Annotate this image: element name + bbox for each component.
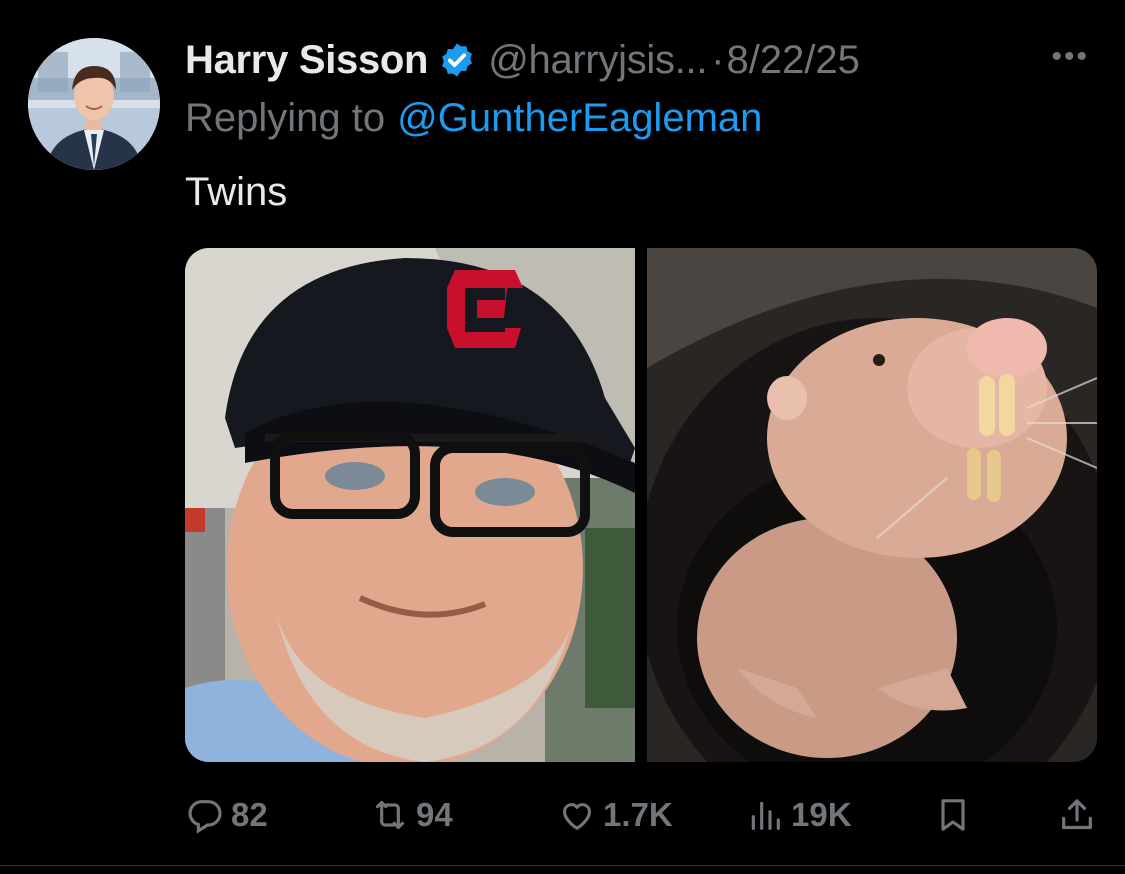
- reply-count: 82: [231, 796, 268, 833]
- views-icon: [751, 801, 780, 830]
- tweet-date[interactable]: 8/22/25: [726, 38, 859, 83]
- author-name[interactable]: Harry Sisson: [185, 38, 428, 83]
- avatar[interactable]: [28, 38, 160, 170]
- bookmark-button[interactable]: [933, 790, 979, 840]
- media-photo-right[interactable]: [647, 248, 1097, 762]
- retweet-count: 94: [416, 796, 453, 833]
- replying-to: Replying to @GuntherEagleman: [185, 92, 762, 144]
- reply-button[interactable]: 82: [185, 790, 268, 840]
- share-button[interactable]: [1057, 790, 1103, 840]
- like-count: 1.7K: [603, 796, 673, 833]
- bookmark-icon: [941, 799, 965, 831]
- separator-dot: ·: [711, 37, 725, 82]
- man-selfie-image: [185, 248, 635, 762]
- views-count: 19K: [791, 796, 852, 833]
- share-icon: [1062, 799, 1092, 830]
- tweet-header: Harry Sisson @harryjsis... · 8/22/25 •••: [185, 32, 1095, 88]
- tweet-text: Twins: [185, 170, 288, 214]
- tweet-actions: 82 94 1.7K 19K: [185, 790, 1097, 840]
- retweet-icon: [375, 800, 405, 830]
- reply-icon: [188, 800, 222, 834]
- views-button[interactable]: 19K: [745, 790, 852, 840]
- like-icon: [562, 803, 592, 830]
- like-button[interactable]: 1.7K: [557, 790, 673, 840]
- avatar-image: [28, 38, 160, 170]
- divider: [0, 865, 1125, 866]
- retweet-button[interactable]: 94: [370, 790, 453, 840]
- mole-rat-image: [647, 248, 1097, 762]
- media-photo-left[interactable]: [185, 248, 635, 762]
- verified-icon: [442, 43, 473, 77]
- author-handle[interactable]: @harryjsis...: [488, 38, 707, 83]
- tweet-media[interactable]: [185, 248, 1097, 762]
- more-icon[interactable]: •••: [1051, 42, 1089, 72]
- tweet: Harry Sisson @harryjsis... · 8/22/25 •••…: [0, 0, 1125, 874]
- replying-to-handle[interactable]: @GuntherEagleman: [397, 96, 762, 141]
- replying-to-label: Replying to: [185, 95, 386, 140]
